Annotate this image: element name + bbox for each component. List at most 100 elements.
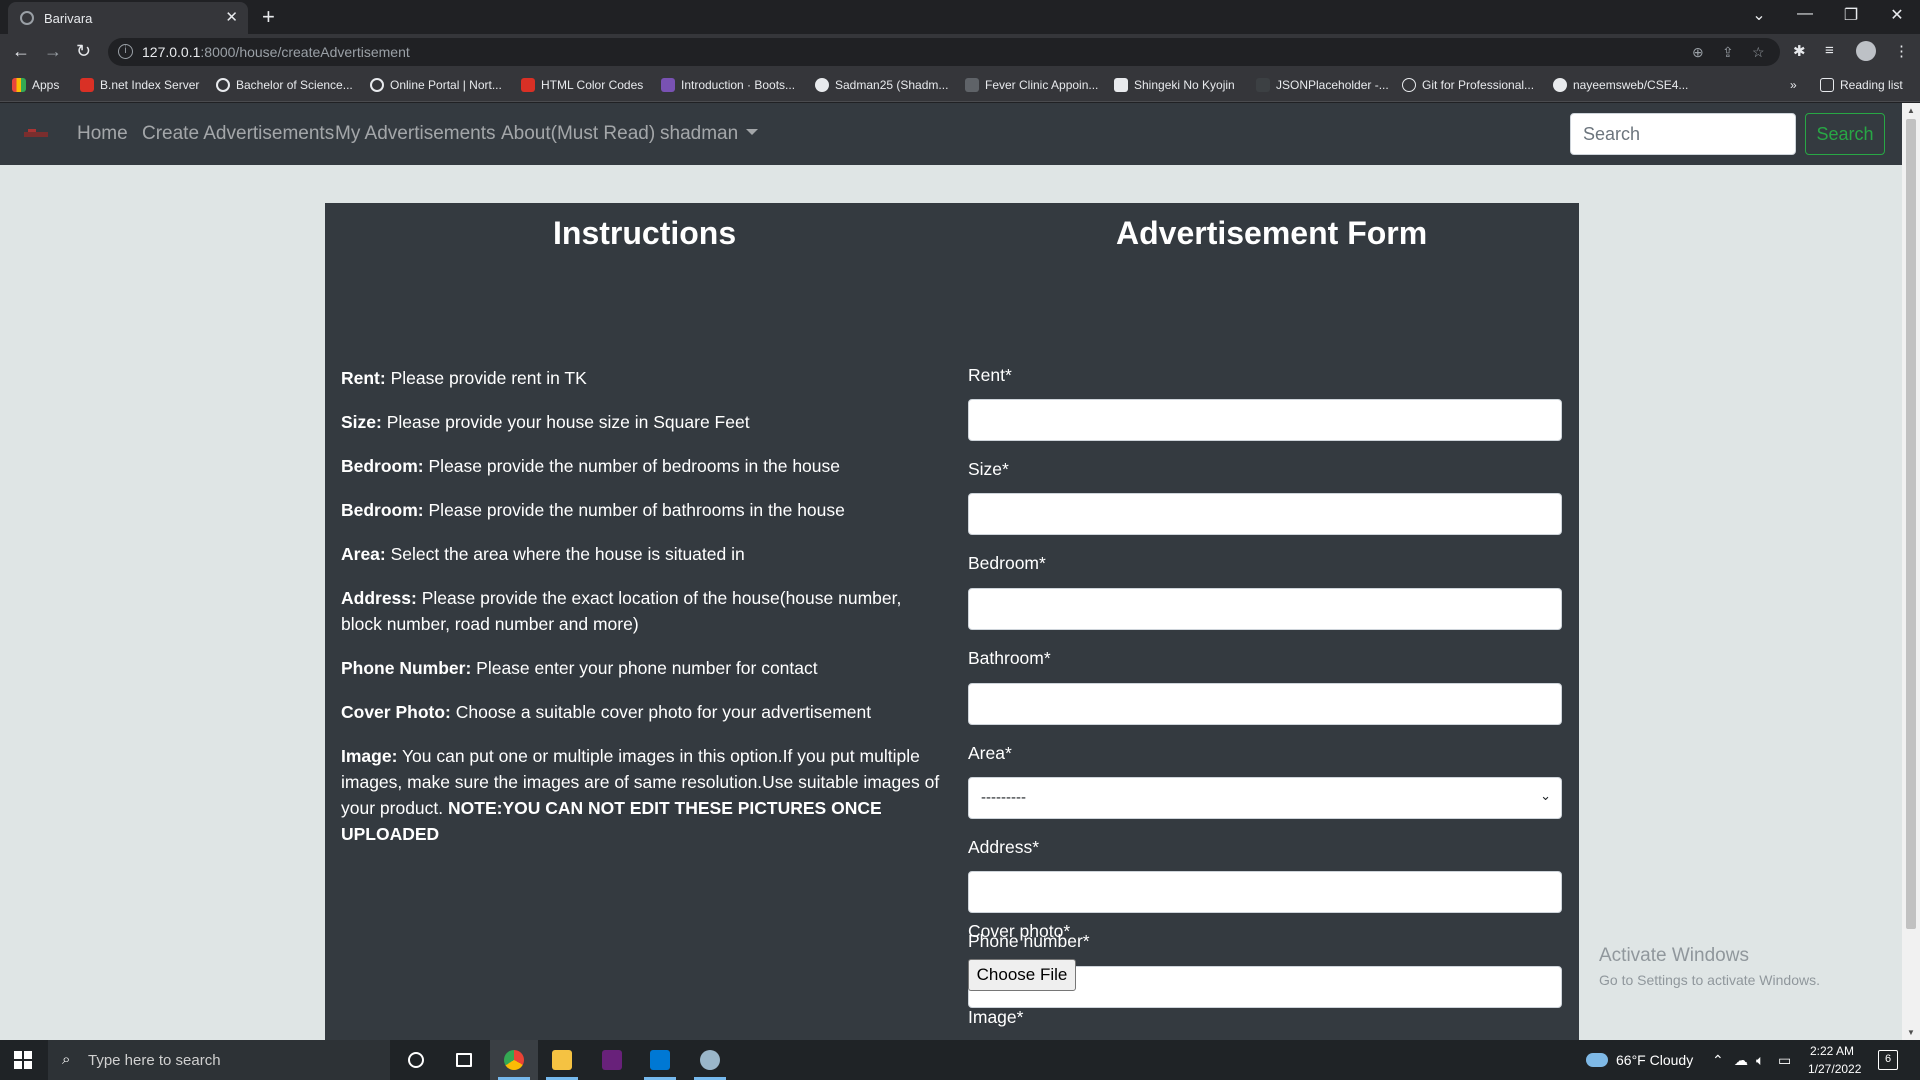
instruction-image: Image: You can put one or multiple image… bbox=[341, 746, 940, 844]
instruction-cover-photo: Cover Photo: Choose a suitable cover pho… bbox=[341, 702, 872, 722]
weather-icon[interactable] bbox=[1586, 1053, 1608, 1067]
bathroom-input[interactable] bbox=[968, 683, 1562, 725]
extensions-icon[interactable]: ✱ bbox=[1793, 42, 1806, 60]
area-selected-value: --------- bbox=[981, 789, 1026, 806]
weather-text[interactable]: 66°F Cloudy bbox=[1616, 1052, 1693, 1068]
paint-icon[interactable] bbox=[686, 1040, 734, 1080]
bookmark-item[interactable]: Online Portal | Nort... bbox=[370, 78, 502, 92]
bookmark-item[interactable]: B.net Index Server bbox=[80, 78, 199, 92]
url-text[interactable]: 127.0.0.1:8000/house/createAdvertisement bbox=[142, 44, 410, 60]
bookmark-item[interactable]: JSONPlaceholder -... bbox=[1256, 78, 1389, 92]
clinic-icon bbox=[965, 78, 979, 92]
nav-home[interactable]: Home bbox=[77, 123, 128, 145]
forward-icon[interactable]: → bbox=[44, 41, 62, 62]
instruction-rent: Rent: Please provide rent in TK bbox=[341, 368, 587, 388]
site-logo[interactable] bbox=[22, 125, 50, 143]
vscode-icon[interactable] bbox=[636, 1040, 684, 1080]
bookmark-star-icon[interactable]: ☆ bbox=[1752, 44, 1765, 61]
media-icon[interactable]: ≡ bbox=[1825, 42, 1834, 59]
search-input[interactable] bbox=[1570, 113, 1796, 155]
reading-list-button[interactable]: Reading list bbox=[1820, 78, 1903, 92]
no-file-text: No file chosen bbox=[1080, 965, 1191, 985]
bookmark-item[interactable]: Sadman25 (Shadm... bbox=[815, 78, 948, 92]
mc-icon bbox=[1114, 78, 1128, 92]
globe-icon bbox=[370, 78, 384, 92]
scroll-up-icon[interactable]: ▲ bbox=[1907, 106, 1915, 115]
instruction-bathroom: Bedroom: Please provide the number of ba… bbox=[341, 500, 845, 520]
close-tab-icon[interactable]: ✕ bbox=[225, 8, 238, 26]
more-bookmarks-button[interactable]: » bbox=[1790, 78, 1797, 92]
nav-about[interactable]: About(Must Read) bbox=[501, 123, 655, 145]
bedroom-input[interactable] bbox=[968, 588, 1562, 630]
clock-time[interactable]: 2:22 AM bbox=[1810, 1044, 1854, 1058]
visual-studio-icon[interactable] bbox=[588, 1040, 636, 1080]
browser-tab[interactable]: Barivara ✕ bbox=[8, 2, 248, 34]
browser-toolbar: ← → ↻ i 127.0.0.1:8000/house/createAdver… bbox=[0, 34, 1920, 70]
bookmark-item[interactable]: Apps bbox=[12, 78, 59, 92]
browser-tab-strip: Barivara ✕ + ⌄ — ❐ ✕ bbox=[0, 0, 1920, 34]
bootstrap-icon bbox=[661, 78, 675, 92]
search-button[interactable]: Search bbox=[1805, 113, 1885, 155]
tab-search-icon[interactable]: ⌄ bbox=[1736, 5, 1782, 25]
html-color-icon bbox=[521, 78, 535, 92]
git-pro-icon bbox=[1402, 78, 1416, 92]
nav-create-advertisements[interactable]: Create Advertisements bbox=[142, 123, 334, 145]
instruction-size: Size: Please provide your house size in … bbox=[341, 412, 750, 432]
chevron-down-icon: ⌄ bbox=[1540, 788, 1551, 803]
taskbar-search-placeholder: Type here to search bbox=[88, 1052, 221, 1069]
size-input[interactable] bbox=[968, 493, 1562, 535]
menu-icon[interactable]: ⋮ bbox=[1894, 42, 1909, 60]
bookmark-item[interactable]: nayeemsweb/CSE4... bbox=[1553, 78, 1688, 92]
close-window-button[interactable]: ✕ bbox=[1874, 5, 1920, 25]
apps-icon bbox=[12, 78, 26, 92]
instructions-heading: Instructions bbox=[553, 215, 737, 251]
new-tab-button[interactable]: + bbox=[262, 4, 275, 30]
github-icon bbox=[815, 78, 829, 92]
page-viewport: Home Create Advertisements My Advertisem… bbox=[0, 103, 1902, 1040]
site-navbar: Home Create Advertisements My Advertisem… bbox=[0, 103, 1902, 165]
cortana-icon[interactable] bbox=[392, 1040, 440, 1080]
instruction-address: Address: Please provide the exact locati… bbox=[341, 588, 902, 634]
area-select[interactable]: --------- ⌄ bbox=[968, 777, 1562, 819]
restore-button[interactable]: ❐ bbox=[1828, 5, 1874, 25]
chevron-up-icon[interactable]: ⌃ bbox=[1712, 1052, 1724, 1069]
choose-file-button[interactable]: Choose File bbox=[968, 959, 1076, 991]
back-icon[interactable]: ← bbox=[12, 41, 30, 62]
site-info-icon[interactable]: i bbox=[118, 44, 133, 59]
rent-input[interactable] bbox=[968, 399, 1562, 441]
file-explorer-icon[interactable] bbox=[538, 1040, 586, 1080]
tab-title: Barivara bbox=[44, 11, 93, 26]
clock-date[interactable]: 1/27/2022 bbox=[1808, 1062, 1861, 1076]
minimize-button[interactable]: — bbox=[1782, 5, 1828, 23]
user-dropdown[interactable]: shadman bbox=[660, 123, 759, 145]
taskbar-search-box[interactable]: ⌕ Type here to search bbox=[48, 1040, 390, 1080]
bookmark-item[interactable]: Bachelor of Science... bbox=[216, 78, 353, 92]
profile-avatar[interactable] bbox=[1856, 41, 1876, 61]
scroll-down-icon[interactable]: ▼ bbox=[1907, 1028, 1915, 1037]
bookmark-item[interactable]: Git for Professional... bbox=[1402, 78, 1534, 92]
cover-photo-label: Cover photo* bbox=[968, 921, 1071, 941]
bookmark-item[interactable]: Introduction · Boots... bbox=[661, 78, 795, 92]
bookmark-item[interactable]: HTML Color Codes bbox=[521, 78, 643, 92]
windows-start-icon[interactable] bbox=[14, 1051, 32, 1069]
network-icon[interactable]: ▭ bbox=[1778, 1052, 1791, 1069]
instruction-bedroom: Bedroom: Please provide the number of be… bbox=[341, 456, 841, 476]
zoom-icon[interactable]: ⊕ bbox=[1692, 44, 1704, 61]
volume-icon[interactable]: 🔈︎ bbox=[1756, 1052, 1764, 1069]
address-input[interactable] bbox=[968, 871, 1562, 913]
nav-my-advertisements[interactable]: My Advertisements bbox=[335, 123, 496, 145]
chrome-taskbar-icon[interactable] bbox=[490, 1040, 538, 1080]
onedrive-icon[interactable]: ☁ bbox=[1734, 1052, 1748, 1069]
reload-icon[interactable]: ↻ bbox=[76, 41, 91, 62]
image-label: Image* bbox=[968, 1007, 1024, 1027]
share-icon[interactable]: ⇪ bbox=[1722, 44, 1734, 61]
address-bar[interactable]: i 127.0.0.1:8000/house/createAdvertiseme… bbox=[108, 38, 1780, 66]
form-heading: Advertisement Form bbox=[1116, 215, 1428, 251]
notification-icon[interactable]: 6 bbox=[1878, 1050, 1898, 1070]
task-view-icon[interactable] bbox=[440, 1040, 488, 1080]
page-scrollbar[interactable]: ▲ ▼ bbox=[1902, 103, 1920, 1040]
activate-windows-title: Activate Windows bbox=[1599, 945, 1749, 966]
scrollbar-thumb[interactable] bbox=[1906, 119, 1916, 929]
bookmark-item[interactable]: Fever Clinic Appoin... bbox=[965, 78, 1098, 92]
bookmark-item[interactable]: Shingeki No Kyojin bbox=[1114, 78, 1235, 92]
